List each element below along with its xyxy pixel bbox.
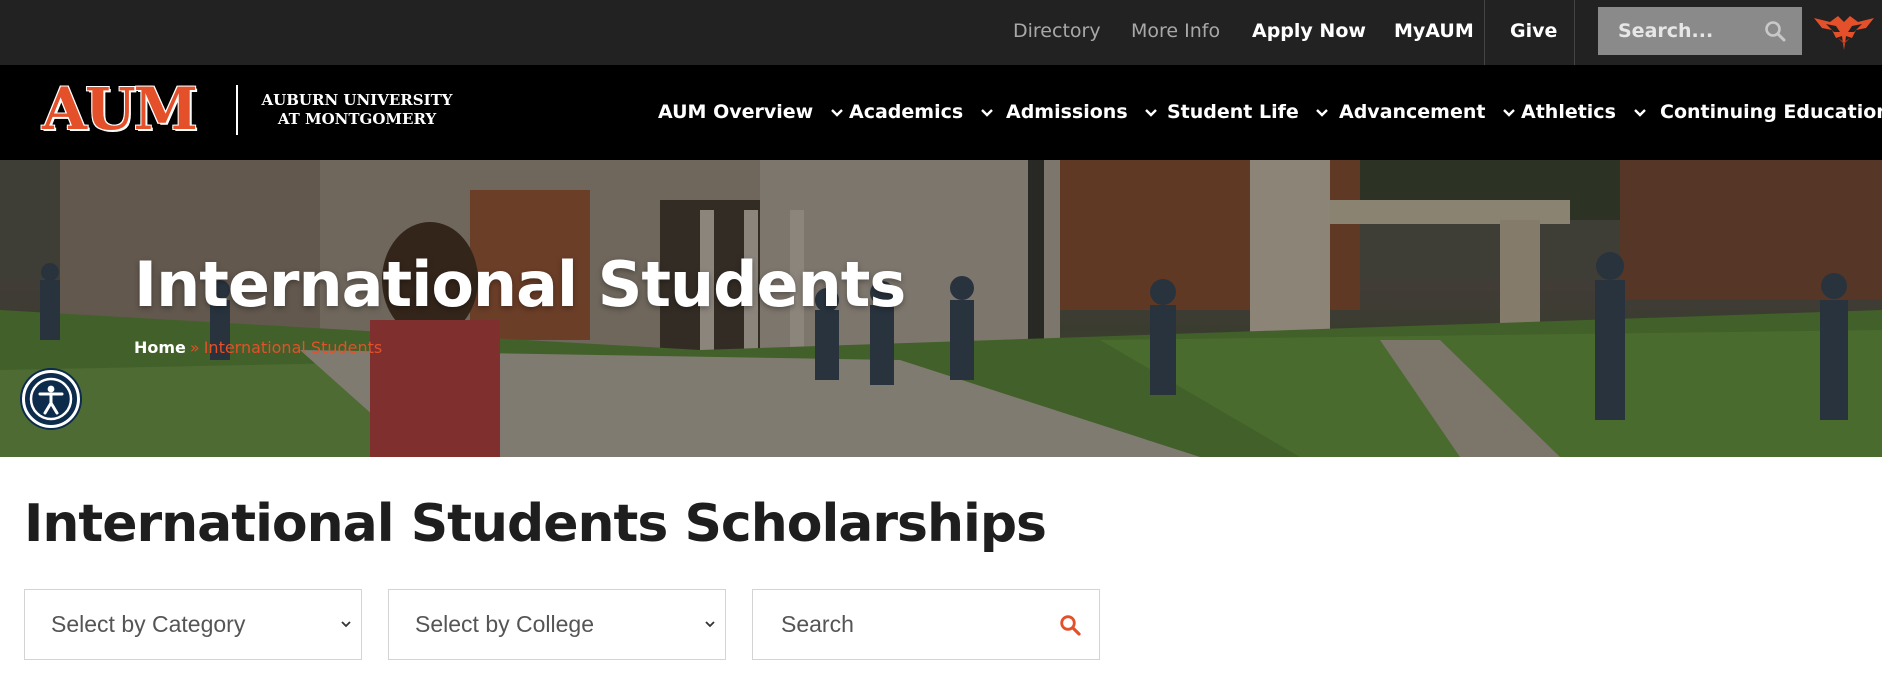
utility-divider bbox=[1574, 0, 1575, 65]
more-info-link[interactable]: More Info bbox=[1131, 0, 1220, 65]
nav-athletics[interactable]: Athletics bbox=[1521, 65, 1647, 160]
nav-academics[interactable]: Academics bbox=[849, 65, 994, 160]
logo-mark: AUM bbox=[42, 75, 198, 143]
nav-label: Athletics bbox=[1521, 101, 1616, 123]
logo-divider bbox=[236, 85, 238, 135]
nav-admissions[interactable]: Admissions bbox=[1006, 65, 1158, 160]
give-link[interactable]: Give bbox=[1510, 0, 1557, 65]
utility-divider bbox=[1484, 0, 1485, 65]
breadcrumb-current: International Students bbox=[203, 338, 383, 357]
chevron-down-icon bbox=[1503, 108, 1515, 117]
logo-line-2: AT MONTGOMERY bbox=[277, 110, 437, 128]
breadcrumb-home-link[interactable]: Home bbox=[134, 338, 186, 357]
breadcrumb: Home» International Students bbox=[134, 338, 382, 357]
site-search bbox=[1598, 7, 1802, 55]
category-select-value: Select by Category bbox=[51, 611, 246, 637]
page-title: International Students bbox=[134, 248, 906, 321]
chevron-down-icon bbox=[1316, 108, 1329, 117]
nav-advancement[interactable]: Advancement bbox=[1339, 65, 1516, 160]
college-select-value: Select by College bbox=[415, 611, 594, 637]
main-navigation: AUM AUBURN UNIVERSITY AT MONTGOMERY AUM … bbox=[0, 65, 1882, 160]
myaum-link[interactable]: MyAUM bbox=[1394, 0, 1474, 65]
hero-banner: International Students Home» Internationa… bbox=[0, 160, 1882, 457]
nav-student-life[interactable]: Student Life bbox=[1167, 65, 1329, 160]
nav-continuing-education[interactable]: Continuing Education bbox=[1660, 65, 1882, 160]
scholarship-search-input[interactable] bbox=[753, 590, 1099, 659]
chevron-down-icon bbox=[341, 621, 351, 628]
apply-now-link[interactable]: Apply Now bbox=[1252, 0, 1366, 65]
nav-label: AUM Overview bbox=[658, 101, 814, 123]
search-icon[interactable] bbox=[1764, 20, 1786, 42]
aum-logo[interactable]: AUM AUBURN UNIVERSITY AT MONTGOMERY bbox=[42, 79, 452, 147]
chevron-down-icon bbox=[830, 108, 843, 117]
chevron-down-icon bbox=[980, 108, 993, 117]
chevron-down-icon bbox=[1633, 108, 1646, 117]
warhawk-bird-icon[interactable] bbox=[1812, 8, 1876, 56]
chevron-down-icon bbox=[1145, 108, 1158, 117]
utility-bar: Directory More Info Apply Now MyAUM Give bbox=[0, 0, 1882, 65]
nav-label: Student Life bbox=[1167, 101, 1299, 123]
accessibility-button[interactable] bbox=[22, 370, 80, 428]
logo-line-1: AUBURN UNIVERSITY bbox=[261, 91, 453, 109]
nav-label: Academics bbox=[849, 101, 964, 123]
nav-label: Advancement bbox=[1339, 101, 1486, 123]
search-icon[interactable] bbox=[1059, 614, 1081, 636]
directory-link[interactable]: Directory bbox=[1013, 0, 1101, 65]
section-heading: International Students Scholarships bbox=[24, 494, 1047, 554]
scholarship-search bbox=[752, 589, 1100, 660]
accessibility-icon bbox=[29, 377, 73, 421]
breadcrumb-separator: » bbox=[189, 338, 200, 357]
nav-label: Continuing Education bbox=[1660, 101, 1882, 123]
chevron-down-icon bbox=[705, 621, 715, 628]
category-select[interactable]: Select by Category bbox=[24, 589, 362, 660]
college-select[interactable]: Select by College bbox=[388, 589, 726, 660]
nav-aum-overview[interactable]: AUM Overview bbox=[658, 65, 844, 160]
nav-label: Admissions bbox=[1006, 101, 1128, 123]
